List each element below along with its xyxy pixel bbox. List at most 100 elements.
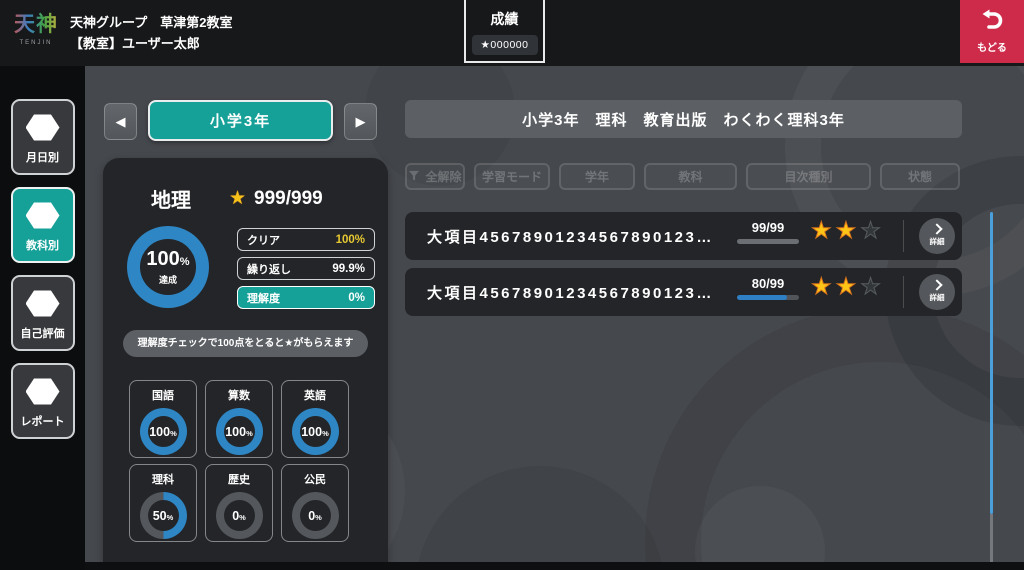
star-hint-note: 理解度チェックで100点をとると★がもらえます: [123, 330, 368, 357]
unit-score-count: 80/99: [751, 276, 785, 291]
star-icon: ★: [860, 217, 885, 244]
subject-label: 歴史: [228, 474, 250, 486]
filter-label: 学習モード: [481, 170, 542, 184]
achievement-ring: 100% 達成: [127, 226, 209, 308]
subject-card-理科[interactable]: 理科 50%: [129, 464, 197, 542]
subject-card-国語[interactable]: 国語 100%: [129, 380, 197, 458]
subject-card-公民[interactable]: 公民 0%: [281, 464, 349, 542]
subject-percent: 100%: [301, 424, 329, 439]
user-name: 【教室】ユーザー太郎: [70, 36, 200, 51]
back-button[interactable]: もどる: [960, 0, 1024, 63]
ring-percent: 100%: [146, 247, 190, 270]
subject-grid: 国語 100% 算数 100% 英語 100% 理科 50% 歴史 0% 公民 0%: [129, 380, 349, 542]
unit-row[interactable]: 大項目45678901234567890123… 80/99 ★★★ 詳細: [405, 268, 962, 316]
subject-card-算数[interactable]: 算数 100%: [205, 380, 273, 458]
filter-funnel-icon: [408, 170, 420, 184]
hexagon-icon: [25, 114, 60, 141]
chevron-right-icon: [931, 279, 943, 291]
donut-hole: 100%: [147, 416, 179, 447]
score-label: 成績: [490, 11, 519, 27]
filter-button-全解除[interactable]: 全解除: [405, 163, 465, 190]
star-icon: ★: [835, 217, 861, 244]
detail-label: 詳細: [929, 293, 945, 302]
scrollbar-thumb[interactable]: [990, 212, 993, 514]
filter-button-学習モード[interactable]: 学習モード: [474, 163, 550, 190]
unit-progress-track: [737, 239, 799, 244]
scrollbar-track[interactable]: [990, 514, 993, 564]
subject-label: 公民: [304, 474, 326, 486]
detail-label: 詳細: [929, 237, 945, 246]
row-divider: [903, 276, 904, 308]
stat-value: 0%: [348, 291, 365, 304]
bottom-edge-bar: [0, 562, 1024, 570]
hexagon-icon: [25, 202, 60, 229]
unit-row[interactable]: 大項目45678901234567890123… 99/99 ★★★ 詳細: [405, 212, 962, 260]
sidebar: 月日別教科別自己評価レポート: [0, 66, 85, 570]
stat-row: クリア 100%: [237, 228, 375, 251]
unit-progress-fill: [737, 239, 799, 244]
subject-percent: 50%: [152, 508, 174, 523]
star-icon: ★: [860, 273, 885, 300]
logo-subtext: TENJIN: [19, 40, 53, 46]
course-title-bar: 小学3年 理科 教育出版 わくわく理科3年: [405, 100, 962, 138]
progress-donut: 50%: [139, 492, 187, 539]
detail-button[interactable]: 詳細: [919, 218, 955, 254]
star-rating: ★★★: [811, 273, 885, 300]
donut-hole: 0%: [223, 500, 255, 531]
stat-value: 99.9%: [332, 262, 365, 275]
unit-score-count: 99/99: [751, 220, 785, 235]
stat-label: 理解度: [247, 292, 280, 305]
subject-card-英語[interactable]: 英語 100%: [281, 380, 349, 458]
progress-donut: 100% 達成: [127, 226, 209, 308]
unit-score: 80/99: [737, 276, 799, 300]
logo-text: 天神: [10, 8, 62, 38]
subject-label: 国語: [152, 390, 174, 402]
sidebar-item-自己評価[interactable]: 自己評価: [10, 275, 75, 351]
donut-hole: 50%: [147, 500, 179, 531]
sidebar-item-教科別[interactable]: 教科別: [10, 187, 75, 263]
unit-title: 大項目45678901234567890123…: [427, 229, 714, 246]
donut-hole: 100% 達成: [140, 239, 196, 295]
subject-card-歴史[interactable]: 歴史 0%: [205, 464, 273, 542]
filter-button-状態[interactable]: 状態: [880, 163, 960, 190]
undo-arrow-icon: [980, 9, 1004, 36]
grade-prev-button[interactable]: ◀: [104, 103, 137, 140]
back-label: もどる: [977, 43, 1007, 54]
sidebar-item-label: レポート: [20, 416, 65, 428]
star-count-badge: ★000000: [471, 35, 538, 55]
sidebar-item-レポート[interactable]: レポート: [10, 363, 75, 439]
detail-button[interactable]: 詳細: [919, 274, 955, 310]
filter-label: 目次種別: [784, 170, 833, 184]
stats-list: クリア 100% 繰り返し 99.9% 理解度 0%: [237, 228, 375, 315]
row-divider: [903, 220, 904, 252]
subject-percent: 100%: [149, 424, 177, 439]
star-total: 999/999: [254, 187, 323, 209]
course-title: 小学3年 理科 教育出版 わくわく理科3年: [522, 111, 845, 129]
subject-percent: 0%: [308, 508, 322, 523]
filter-button-目次種別[interactable]: 目次種別: [746, 163, 871, 190]
chevron-right-icon: [931, 223, 943, 235]
sidebar-item-label: 月日別: [26, 152, 59, 164]
filter-bar: 全解除 学習モード 学年 教科 目次種別 状態: [405, 163, 962, 190]
star-icon: ★: [835, 273, 861, 300]
stat-label: 繰り返し: [247, 263, 291, 276]
grade-label: 小学3年: [209, 113, 272, 130]
sidebar-item-月日別[interactable]: 月日別: [10, 99, 75, 175]
grade-next-button[interactable]: ▶: [344, 103, 377, 140]
donut-hole: 100%: [223, 416, 255, 447]
filter-button-教科[interactable]: 教科: [644, 163, 737, 190]
stat-label: クリア: [247, 234, 280, 247]
filter-button-学年[interactable]: 学年: [559, 163, 635, 190]
filter-label: 教科: [678, 170, 703, 184]
account-info: 天神グループ 草津第2教室 【教室】ユーザー太郎: [70, 12, 232, 54]
star-icon: ★: [229, 188, 247, 209]
unit-list: 大項目45678901234567890123… 99/99 ★★★ 詳細 大項目456…: [405, 212, 962, 324]
organization-name: 天神グループ 草津第2教室: [70, 15, 233, 30]
sidebar-item-label: 自己評価: [20, 328, 65, 340]
stat-value: 100%: [335, 233, 365, 246]
donut-hole: 100%: [299, 416, 331, 447]
grade-selector-button[interactable]: 小学3年: [148, 100, 333, 141]
subject-percent: 100%: [225, 424, 253, 439]
progress-donut: 100%: [215, 408, 263, 455]
unit-score: 99/99: [737, 220, 799, 244]
